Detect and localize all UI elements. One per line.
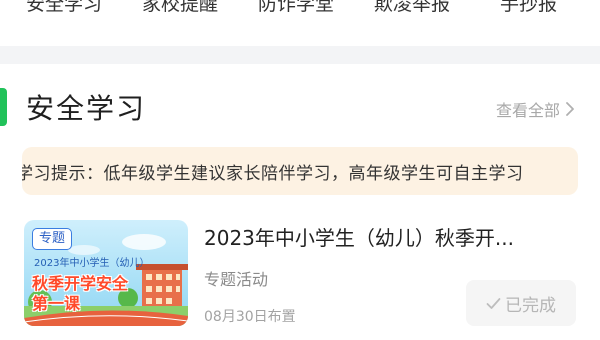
topic-tag: 专题 [32, 228, 73, 250]
topic-tag-label: 专题 [39, 231, 66, 246]
nav-item-anti-fraud[interactable]: 防诈学堂 [258, 0, 334, 16]
activity-thumbnail[interactable]: 专题 2023年中小学生（幼儿） 秋季开学安全 第一课 [24, 220, 188, 326]
learning-tip-banner: 学习提示：低年级学生建议家长陪伴学习，高年级学生可自主学习 [22, 147, 578, 195]
nav-item-bullying-report[interactable]: 欺凌举报 [374, 0, 450, 16]
activity-title[interactable]: 2023年中小学生（幼儿）秋季开... [204, 222, 514, 251]
see-all-label: 查看全部 [495, 101, 560, 120]
nav-item-safety-learning[interactable]: 安全学习 [26, 0, 102, 16]
chevron-right-icon [566, 102, 574, 116]
see-all-link[interactable]: 查看全部 [496, 97, 576, 121]
nav-item-handwritten-newspaper[interactable]: 手抄报 [500, 0, 557, 16]
completed-status-label: 已完成 [505, 295, 556, 316]
nav-item-home-school-reminder[interactable]: 家校提醒 [142, 0, 218, 16]
learning-tip-text: 学习提示：低年级学生建议家长陪伴学习，高年级学生可自主学习 [22, 164, 524, 184]
completed-status-button[interactable]: 已完成 [466, 280, 576, 326]
activity-type: 专题活动 [204, 270, 269, 289]
top-category-nav: 安全学习 家校提醒 防诈学堂 欺凌举报 手抄报 [0, 0, 600, 22]
poster-subtitle: 2023年中小学生（幼儿） [34, 258, 150, 269]
poster-headline-line2: 第一课 [32, 294, 81, 313]
section-divider [0, 46, 600, 64]
section-accent-bar [0, 88, 7, 126]
section-title: 安全学习 [26, 92, 147, 125]
checkmark-icon [486, 297, 501, 309]
activity-assigned-date: 08月30日布置 [204, 309, 296, 325]
